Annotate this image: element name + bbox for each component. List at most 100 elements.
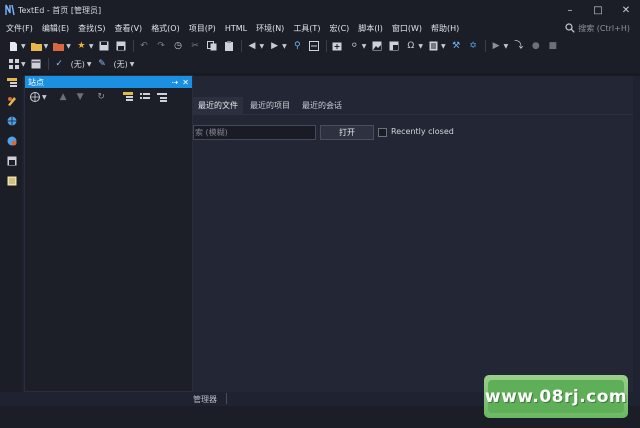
menu-format[interactable]: 格式(O) xyxy=(151,23,180,34)
replace-icon[interactable] xyxy=(309,41,320,52)
recent-search-input[interactable]: 索 (模糊) xyxy=(193,125,316,140)
chevron-down-icon[interactable]: ▼ xyxy=(362,43,367,50)
watermark-text: www.08rj.com xyxy=(485,380,627,413)
open-folder-icon[interactable] xyxy=(30,41,42,52)
chevron-down-icon[interactable]: ▼ xyxy=(44,43,49,50)
new-file-icon[interactable] xyxy=(8,41,19,52)
sites-tree-icon[interactable] xyxy=(6,77,17,88)
save-icon[interactable] xyxy=(99,41,110,52)
history-clock-icon[interactable]: ◷ xyxy=(173,41,184,52)
global-search[interactable]: 搜索 (Ctrl+H) xyxy=(565,21,630,36)
paste-icon[interactable] xyxy=(224,41,235,52)
menu-file[interactable]: 文件(F) xyxy=(6,23,33,34)
menu-view[interactable]: 查看(V) xyxy=(114,23,142,34)
favorites-star-icon[interactable]: ★ xyxy=(76,41,87,52)
chevron-down-icon[interactable]: ▼ xyxy=(21,43,26,50)
close-icon[interactable]: ✕ xyxy=(182,78,189,87)
new-tab-icon[interactable] xyxy=(332,41,343,52)
globe-icon[interactable]: ⚪ xyxy=(349,41,360,52)
save-all-icon[interactable] xyxy=(116,41,127,52)
recently-closed-label: Recently closed xyxy=(391,127,454,136)
file-panel-icon[interactable] xyxy=(6,155,17,166)
chevron-down-icon[interactable]: ▼ xyxy=(260,43,265,50)
recent-search-placeholder: 索 (模糊) xyxy=(195,128,228,137)
chevron-down-icon[interactable]: ▼ xyxy=(504,43,509,50)
open-button[interactable]: 打开 xyxy=(320,125,374,140)
menu-script[interactable]: 脚本(I) xyxy=(358,23,383,34)
tools-wrench-icon[interactable]: ⚒ xyxy=(451,41,462,52)
site-panel: 站点 ⇢ ✕ ▼ ▲ ▼ ↻ xyxy=(24,75,193,392)
web-settings-icon[interactable] xyxy=(6,135,17,146)
minimize-button[interactable]: – xyxy=(556,0,584,20)
tree-view-icon[interactable] xyxy=(123,92,134,103)
find-icon[interactable]: ⚲ xyxy=(292,41,303,52)
refresh-icon[interactable]: ↻ xyxy=(96,92,107,103)
redo-icon[interactable]: ↷ xyxy=(156,41,167,52)
search-placeholder: 搜索 (Ctrl+H) xyxy=(578,24,630,33)
menu-environment[interactable]: 环境(N) xyxy=(256,23,284,34)
tab-recent-projects[interactable]: 最近的项目 xyxy=(245,97,295,114)
menu-project[interactable]: 项目(P) xyxy=(189,23,216,34)
menu-help[interactable]: 帮助(H) xyxy=(431,23,459,34)
image-icon[interactable] xyxy=(371,41,382,52)
globe-icon[interactable] xyxy=(29,92,40,103)
site-panel-toolbar: ▼ ▲ ▼ ↻ xyxy=(25,88,192,106)
bottom-tab-manager[interactable]: 管理器 xyxy=(193,394,217,405)
chevron-down-icon[interactable]: ▼ xyxy=(87,61,92,68)
chevron-down-icon[interactable]: ▼ xyxy=(441,43,446,50)
cut-icon[interactable]: ✂ xyxy=(190,41,201,52)
pin-icon[interactable]: ⇢ xyxy=(172,78,179,87)
site-panel-header: 站点 ⇢ ✕ xyxy=(25,76,192,88)
play-macro-icon[interactable]: ▶ xyxy=(491,41,502,52)
plugin-puzzle-icon[interactable]: ✡ xyxy=(468,41,479,52)
close-button[interactable]: ✕ xyxy=(612,0,640,20)
menu-edit[interactable]: 编辑(E) xyxy=(42,23,69,34)
menu-window[interactable]: 窗口(W) xyxy=(392,23,422,34)
tab-recent-sessions[interactable]: 最近的会话 xyxy=(297,97,347,114)
special-char-icon[interactable]: Ω xyxy=(405,41,416,52)
lightning-icon[interactable]: ⤵ xyxy=(513,41,524,52)
chevron-down-icon[interactable]: ▼ xyxy=(282,43,287,50)
undo-icon[interactable]: ↶ xyxy=(139,41,150,52)
style-combo[interactable]: (无) xyxy=(114,59,128,70)
main-toolbar: ▼ ▼ ▼ ★ ▼ ↶ ↷ ◷ ✂ ◀ ▼ ▶ ▼ ⚲ ⚪ ▼ Ω ▼ ▼ ⚒ … xyxy=(0,37,640,55)
chevron-down-icon[interactable]: ▼ xyxy=(66,43,71,50)
web-globe-icon[interactable] xyxy=(6,115,17,126)
pen-icon[interactable]: ✎ xyxy=(97,59,108,70)
recently-closed-checkbox[interactable] xyxy=(378,128,387,137)
document-icon[interactable] xyxy=(428,41,439,52)
menu-html[interactable]: HTML xyxy=(225,24,247,33)
left-tool-strip xyxy=(0,73,22,406)
menu-bar: 文件(F) 编辑(E) 查找(S) 查看(V) 格式(O) 项目(P) HTML… xyxy=(0,20,640,37)
detail-view-icon[interactable] xyxy=(157,92,168,103)
chevron-down-icon[interactable]: ▼ xyxy=(21,61,26,68)
menu-macro[interactable]: 宏(C) xyxy=(329,23,349,34)
record-icon[interactable]: ● xyxy=(530,41,541,52)
open-remote-icon[interactable] xyxy=(53,41,65,52)
language-combo[interactable]: (无) xyxy=(71,59,85,70)
chevron-down-icon[interactable]: ▼ xyxy=(89,43,94,50)
home-page: 最近的文件 最近的项目 最近的会话 索 (模糊) 打开 Recently clo… xyxy=(193,76,633,392)
spellcheck-icon[interactable]: ✓ xyxy=(54,59,65,70)
notes-icon[interactable] xyxy=(6,175,17,186)
chevron-down-icon[interactable]: ▼ xyxy=(130,61,135,68)
clip-library-icon[interactable] xyxy=(6,95,17,106)
copy-icon[interactable] xyxy=(207,41,218,52)
list-view-icon[interactable] xyxy=(140,92,151,103)
chevron-down-icon[interactable]: ▼ xyxy=(418,43,423,50)
tab-recent-files[interactable]: 最近的文件 xyxy=(193,97,243,114)
menu-tools[interactable]: 工具(T) xyxy=(293,23,320,34)
arrow-up-icon[interactable]: ▲ xyxy=(58,92,69,103)
maximize-button[interactable]: □ xyxy=(584,0,612,20)
menu-search[interactable]: 查找(S) xyxy=(78,23,105,34)
chevron-down-icon[interactable]: ▼ xyxy=(42,94,47,101)
back-arrow-icon[interactable]: ◀ xyxy=(247,41,258,52)
home-tabs: 最近的文件 最近的项目 最近的会话 xyxy=(193,97,349,114)
calendar-icon[interactable] xyxy=(31,59,42,70)
grid-layout-icon[interactable] xyxy=(8,59,19,70)
app-logo-icon xyxy=(5,4,15,16)
table-insert-icon[interactable] xyxy=(388,41,399,52)
forward-arrow-icon[interactable]: ▶ xyxy=(269,41,280,52)
stop-icon[interactable]: ■ xyxy=(547,41,558,52)
arrow-down-icon[interactable]: ▼ xyxy=(75,92,86,103)
